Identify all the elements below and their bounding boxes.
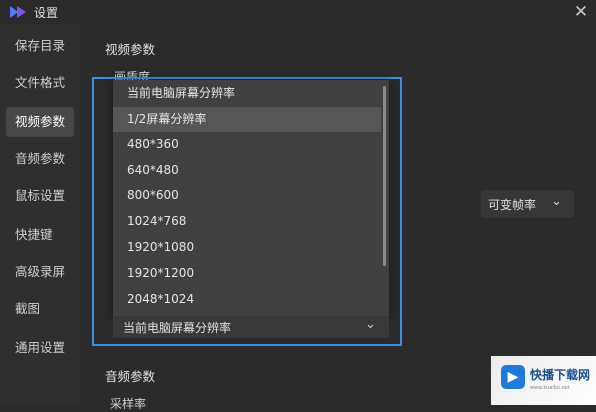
close-button[interactable]: ✕	[570, 1, 592, 23]
dropdown-option[interactable]: 800*600	[113, 183, 381, 208]
resolution-selected-value: 当前电脑屏幕分辨率	[123, 321, 232, 335]
framerate-select[interactable]: 可变帧率 ⌄	[481, 190, 574, 218]
app-logo-icon	[10, 6, 26, 18]
sidebar-item-audio-params[interactable]: 音频参数	[6, 144, 74, 174]
dropdown-option[interactable]: 1920*1080	[113, 235, 381, 260]
dropdown-option[interactable]: 1024*768	[113, 209, 381, 234]
watermark-title: 快播下载网	[530, 368, 591, 382]
dropdown-option[interactable]: 1920*1200	[113, 261, 381, 286]
framerate-value: 可变帧率	[488, 198, 537, 212]
watermark-logo-icon: ▶	[501, 365, 525, 389]
samplerate-label: 采样率	[110, 397, 147, 411]
watermark-url: www.kuaibo.net	[530, 385, 570, 391]
window-title: 设置	[34, 6, 59, 20]
dropdown-option[interactable]: 640*480	[113, 158, 381, 183]
sidebar-item-video-params[interactable]: 视频参数	[6, 107, 74, 137]
resolution-dropdown-list: 当前电脑屏幕分辨率 1/2屏幕分辨率 480*360 640*480 800*6…	[113, 80, 389, 316]
audio-section-title: 音频参数	[105, 369, 156, 384]
dropdown-option[interactable]: 480*360	[113, 132, 381, 157]
dropdown-option[interactable]: 1/2屏幕分辨率	[113, 107, 381, 132]
sidebar-item-save-directory[interactable]: 保存目录	[6, 31, 74, 61]
dropdown-scrollbar[interactable]	[383, 86, 386, 266]
dropdown-option[interactable]: 当前电脑屏幕分辨率	[113, 81, 381, 106]
sidebar-item-general-settings[interactable]: 通用设置	[6, 333, 74, 363]
dropdown-option[interactable]: 2048*1024	[113, 287, 381, 312]
resolution-select[interactable]: 当前电脑屏幕分辨率 ⌄	[113, 316, 389, 338]
close-icon: ✕	[573, 2, 589, 22]
chevron-down-icon: ⌄	[551, 194, 562, 209]
chevron-down-icon: ⌄	[365, 317, 376, 332]
title-bar: 设置 ✕	[0, 0, 596, 24]
sidebar: 保存目录 文件格式 视频参数 音频参数 鼠标设置 快捷键 高级录屏 截图 通用设…	[0, 24, 80, 405]
sidebar-item-shortcuts[interactable]: 快捷键	[6, 220, 74, 250]
sidebar-item-screenshot[interactable]: 截图	[6, 294, 74, 324]
site-watermark: ▶ 快播下载网 www.kuaibo.net	[491, 356, 596, 405]
sidebar-item-advanced-recording[interactable]: 高级录屏	[6, 257, 74, 287]
sidebar-item-file-format[interactable]: 文件格式	[6, 68, 74, 98]
video-section-title: 视频参数	[105, 42, 156, 57]
sidebar-item-mouse-settings[interactable]: 鼠标设置	[6, 181, 74, 211]
